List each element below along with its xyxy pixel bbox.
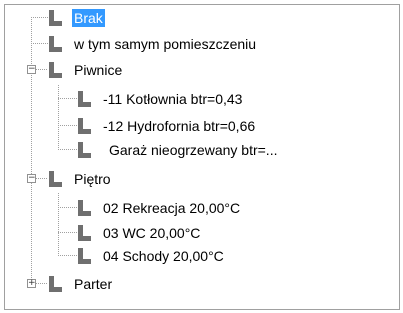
tree-node-label: Garaż nieogrzewany btr=... bbox=[109, 142, 278, 158]
tree-node-same-room[interactable]: w tym samym pomieszczeniu bbox=[49, 34, 258, 54]
folder-icon bbox=[49, 171, 62, 187]
tree-node-parter[interactable]: Parter bbox=[49, 274, 114, 294]
room-icon bbox=[78, 225, 91, 241]
room-icon bbox=[78, 142, 91, 158]
room-icon bbox=[78, 200, 91, 216]
tree-node-label: -11 Kotłownia btr=0,43 bbox=[103, 91, 243, 107]
tree-node-wc[interactable]: 03 WC 20,00°C bbox=[78, 223, 202, 243]
collapse-toggle-piwnice[interactable]: − bbox=[27, 65, 36, 74]
tree-node-label: Parter bbox=[74, 276, 113, 292]
room-tree-view[interactable]: − − + Brak w tym samym pomieszczeniu Piw… bbox=[4, 4, 400, 310]
collapse-toggle-pietro[interactable]: − bbox=[27, 174, 36, 183]
tree-node-brak[interactable]: Brak bbox=[49, 8, 105, 28]
tree-node-label: w tym samym pomieszczeniu bbox=[74, 36, 257, 52]
folder-icon bbox=[49, 276, 62, 292]
tree-node-schody[interactable]: 04 Schody 20,00°C bbox=[78, 246, 226, 266]
tree-node-pietro[interactable]: Piętro bbox=[49, 169, 113, 189]
room-icon bbox=[78, 91, 91, 107]
room-icon bbox=[78, 118, 91, 134]
tree-node-rekreacja[interactable]: 02 Rekreacja 20,00°C bbox=[78, 198, 242, 218]
tree-node-label: 02 Rekreacja 20,00°C bbox=[103, 200, 241, 216]
room-icon bbox=[78, 248, 91, 264]
document-icon bbox=[49, 10, 62, 26]
tree-node-garaz[interactable]: Garaż nieogrzewany btr=... bbox=[78, 140, 279, 160]
tree-node-label: 04 Schody 20,00°C bbox=[103, 248, 224, 264]
document-icon bbox=[49, 36, 62, 52]
tree-node-label: Brak bbox=[72, 9, 105, 27]
tree-node-kotlownia[interactable]: -11 Kotłownia btr=0,43 bbox=[78, 89, 244, 109]
folder-icon bbox=[49, 62, 62, 78]
tree-node-hydrofornia[interactable]: -12 Hydrofornia btr=0,66 bbox=[78, 116, 257, 136]
expand-toggle-parter[interactable]: + bbox=[27, 279, 36, 288]
tree-node-piwnice[interactable]: Piwnice bbox=[49, 60, 124, 80]
tree-node-label: Piętro bbox=[74, 171, 111, 187]
tree-node-label: Piwnice bbox=[74, 62, 123, 78]
tree-node-label: 03 WC 20,00°C bbox=[103, 225, 201, 241]
tree-node-label: -12 Hydrofornia btr=0,66 bbox=[103, 118, 256, 134]
